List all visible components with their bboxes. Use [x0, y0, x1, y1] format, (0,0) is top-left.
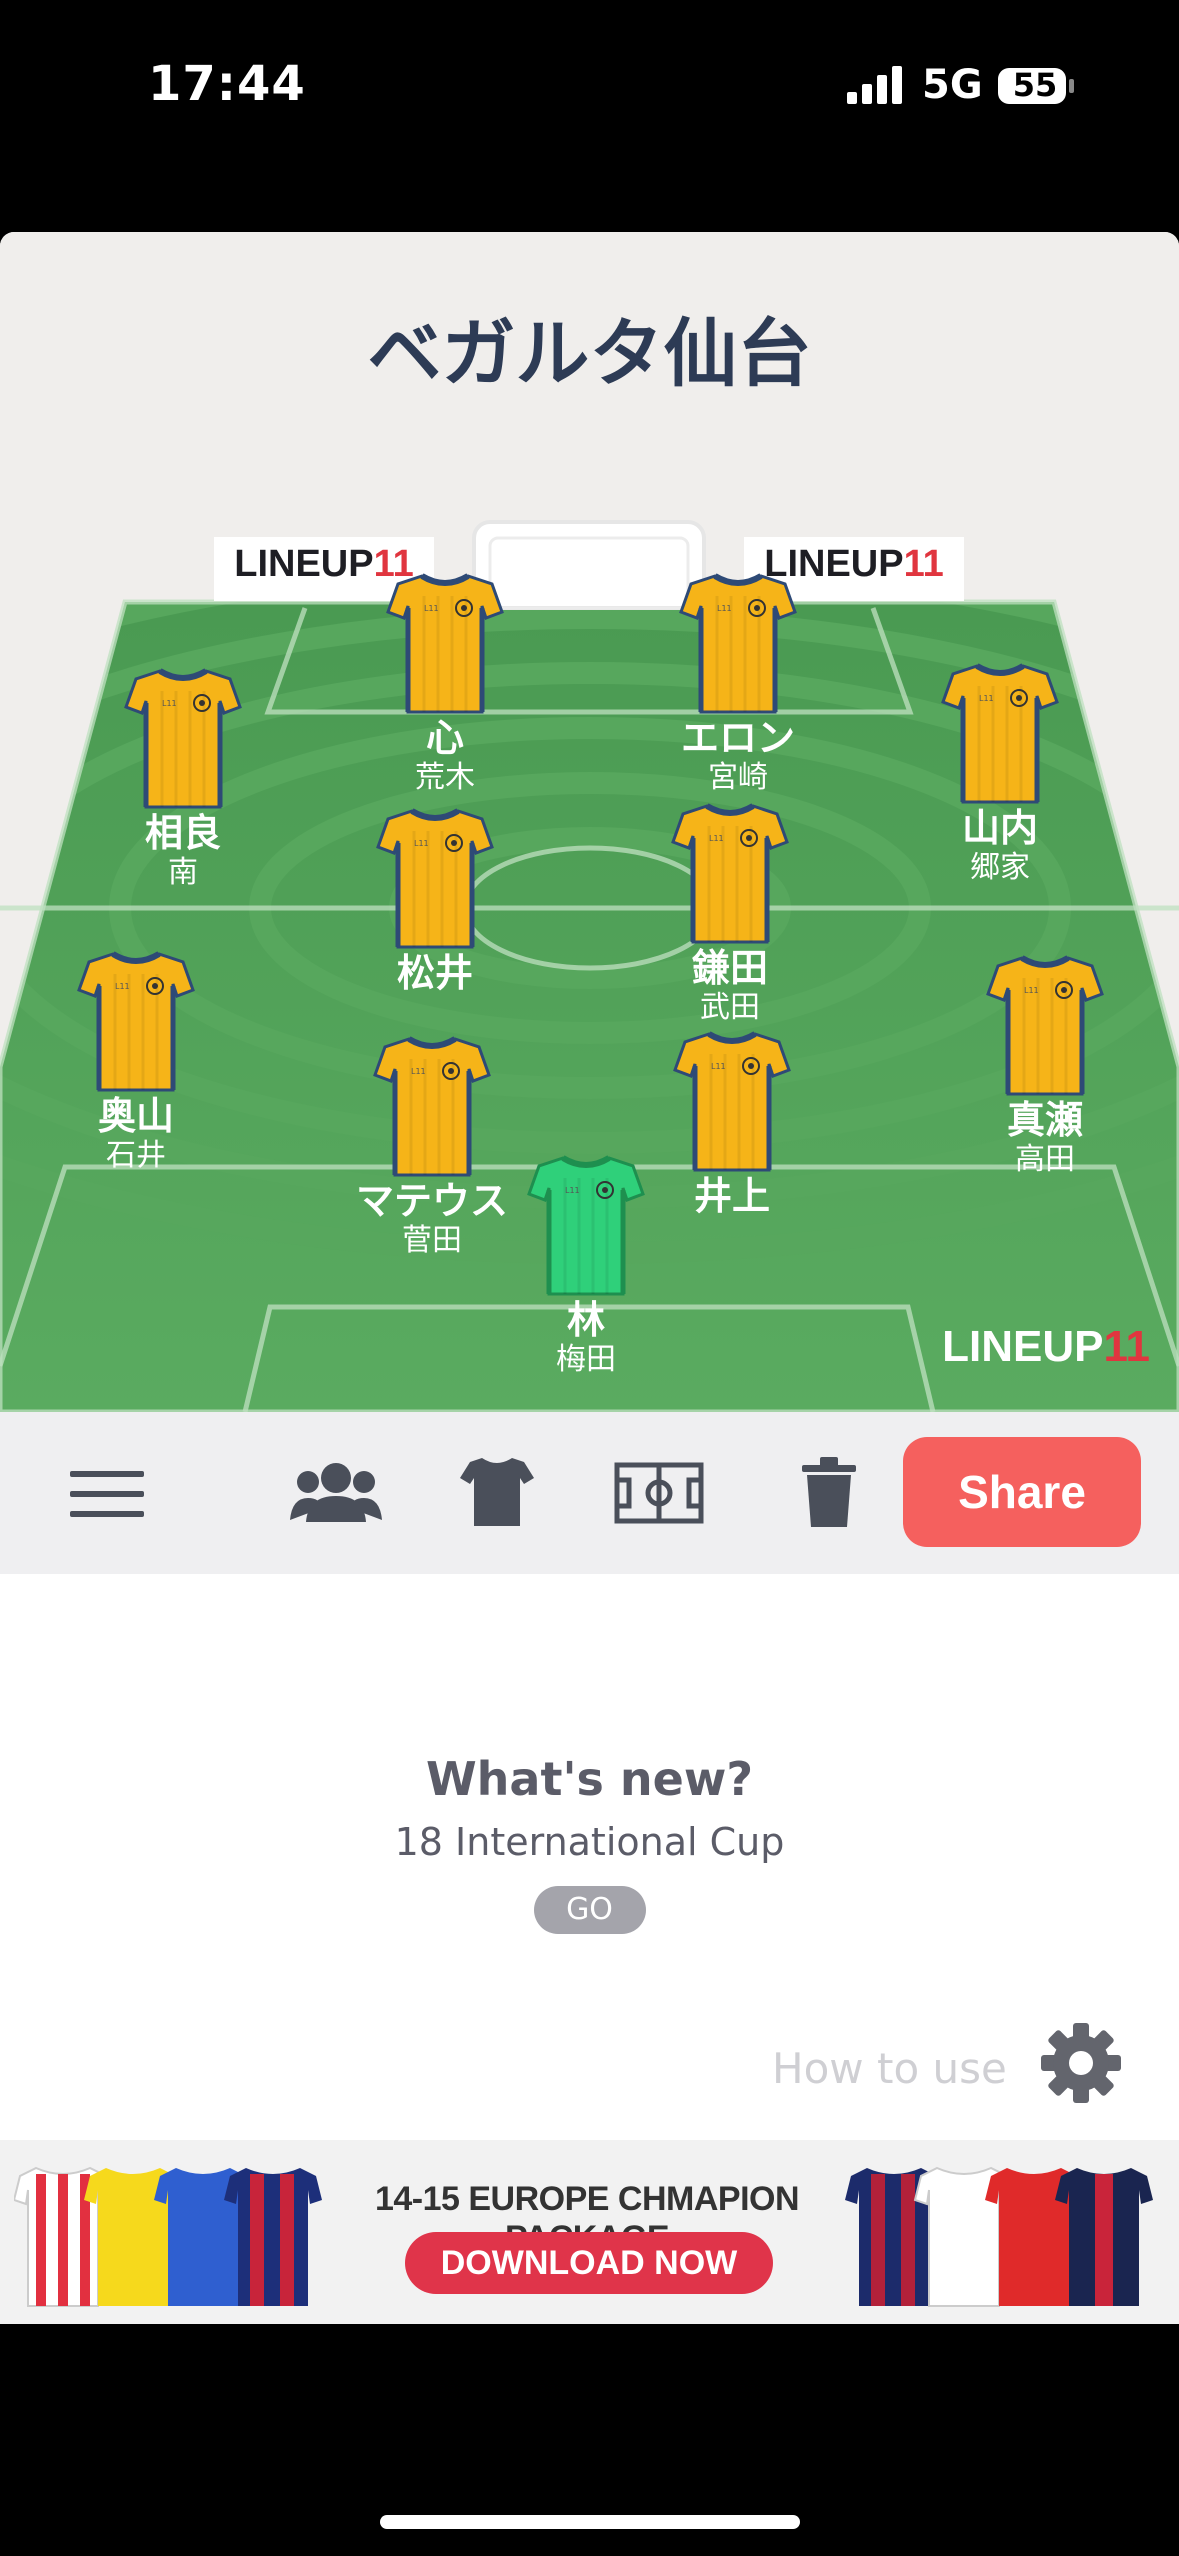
player-subname: 高田	[1015, 1142, 1075, 1177]
download-now-button[interactable]: DOWNLOAD NOW	[405, 2232, 773, 2294]
shirt-icon: L11	[673, 1031, 791, 1172]
jerseys-left-image	[14, 2166, 322, 2307]
player-subname: 南	[168, 855, 198, 890]
gear-icon[interactable]	[1038, 2020, 1124, 2106]
people-icon[interactable]	[288, 1462, 384, 1524]
signal-icon	[847, 66, 902, 104]
logo-num: 11	[1103, 1322, 1150, 1371]
how-to-use-label: How to use	[772, 2044, 1007, 2093]
player-card[interactable]: L11 奥山 石井	[36, 950, 236, 1174]
pitch-icon[interactable]	[614, 1462, 704, 1524]
how-to-use-link[interactable]: How to use	[700, 2024, 1060, 2114]
player-name: 山内	[961, 806, 1038, 850]
svg-text:L11: L11	[162, 699, 177, 708]
player-subname: 石井	[106, 1138, 166, 1173]
svg-text:L11: L11	[115, 982, 130, 991]
svg-text:L11: L11	[1024, 986, 1039, 995]
player-card[interactable]: L11 松井	[335, 807, 535, 995]
player-name: 奥山	[97, 1094, 174, 1138]
home-indicator[interactable]	[380, 2515, 800, 2529]
player-subname: 宮崎	[708, 760, 768, 795]
ad-banner[interactable]: 14-15 EUROPE CHMAPION PACKAGE DOWNLOAD N…	[0, 2140, 1179, 2324]
svg-text:L11: L11	[424, 604, 439, 613]
player-name: 相良	[144, 811, 221, 855]
player-card[interactable]: L11 山内 郷家	[900, 662, 1100, 886]
whats-new-panel: What's new? 18 International Cup GO	[0, 1752, 1179, 1934]
menu-icon[interactable]	[70, 1469, 144, 1519]
player-name: 真瀬	[1006, 1098, 1083, 1142]
app-card: ベガルタ仙台 LINEUP11 LINEUP11 LINEUP11 L11 心 …	[0, 232, 1179, 2324]
player-card[interactable]: L11 真瀬 高田	[945, 954, 1145, 1178]
player-card[interactable]: L11 相良南	[83, 667, 283, 891]
whats-new-title: What's new?	[425, 1752, 754, 1806]
svg-text:L11: L11	[979, 694, 994, 703]
svg-text:L11: L11	[717, 604, 732, 613]
shirt-icon: L11	[986, 955, 1104, 1096]
lineup-area: ベガルタ仙台 LINEUP11 LINEUP11 LINEUP11 L11 心 …	[0, 232, 1179, 1412]
svg-text:L11: L11	[709, 834, 724, 843]
shirt-icon: L11	[671, 803, 789, 944]
shirt-icon: L11	[376, 808, 494, 949]
trash-icon[interactable]	[802, 1457, 856, 1527]
player-subname: 武田	[700, 990, 760, 1025]
status-bar: 17:44 5G 55	[0, 0, 1179, 170]
player-name: 林	[566, 1298, 605, 1342]
network-type: 5G	[922, 62, 983, 108]
share-button[interactable]: Share	[903, 1437, 1141, 1547]
svg-text:L11: L11	[414, 839, 429, 848]
go-button[interactable]: GO	[533, 1886, 646, 1934]
whats-new-subtitle: 18 International Cup	[394, 1820, 785, 1864]
shirt-icon: L11	[679, 573, 797, 714]
logo-text: LINEUP	[942, 1322, 1104, 1371]
shirt-icon: L11	[386, 573, 504, 714]
goalkeeper-shirt-icon: L11	[527, 1155, 645, 1296]
player-subname: 荒木	[415, 760, 475, 795]
lineup11-watermark: LINEUP11	[890, 1322, 1150, 1372]
player-card[interactable]: L11 鎌田 武田	[630, 802, 830, 1026]
svg-text:L11: L11	[411, 1067, 426, 1076]
shirt-icon: L11	[373, 1036, 491, 1177]
logo-num: 11	[903, 543, 944, 585]
player-card[interactable]: L11 心荒木	[345, 572, 545, 796]
shirt-icon[interactable]	[460, 1456, 534, 1528]
player-name: 鎌田	[691, 946, 768, 990]
player-name: エロン	[680, 716, 795, 760]
svg-text:L11: L11	[711, 1062, 726, 1071]
shirt-icon: L11	[941, 663, 1059, 804]
battery-level: 55	[1012, 66, 1058, 104]
toolbar: Share	[0, 1412, 1179, 1574]
svg-text:L11: L11	[565, 1186, 580, 1195]
player-name: 松井	[396, 951, 473, 995]
player-subname: 郷家	[970, 850, 1030, 885]
player-name: 心	[425, 716, 464, 760]
jerseys-right-image	[845, 2166, 1153, 2307]
status-time: 17:44	[148, 56, 306, 112]
player-subname: 梅田	[556, 1342, 616, 1377]
shirt-icon: L11	[77, 951, 195, 1092]
shirt-icon: L11	[124, 668, 242, 809]
player-card[interactable]: L11 林梅田	[486, 1154, 686, 1378]
player-card[interactable]: L11 エロン 宮崎	[638, 572, 838, 796]
